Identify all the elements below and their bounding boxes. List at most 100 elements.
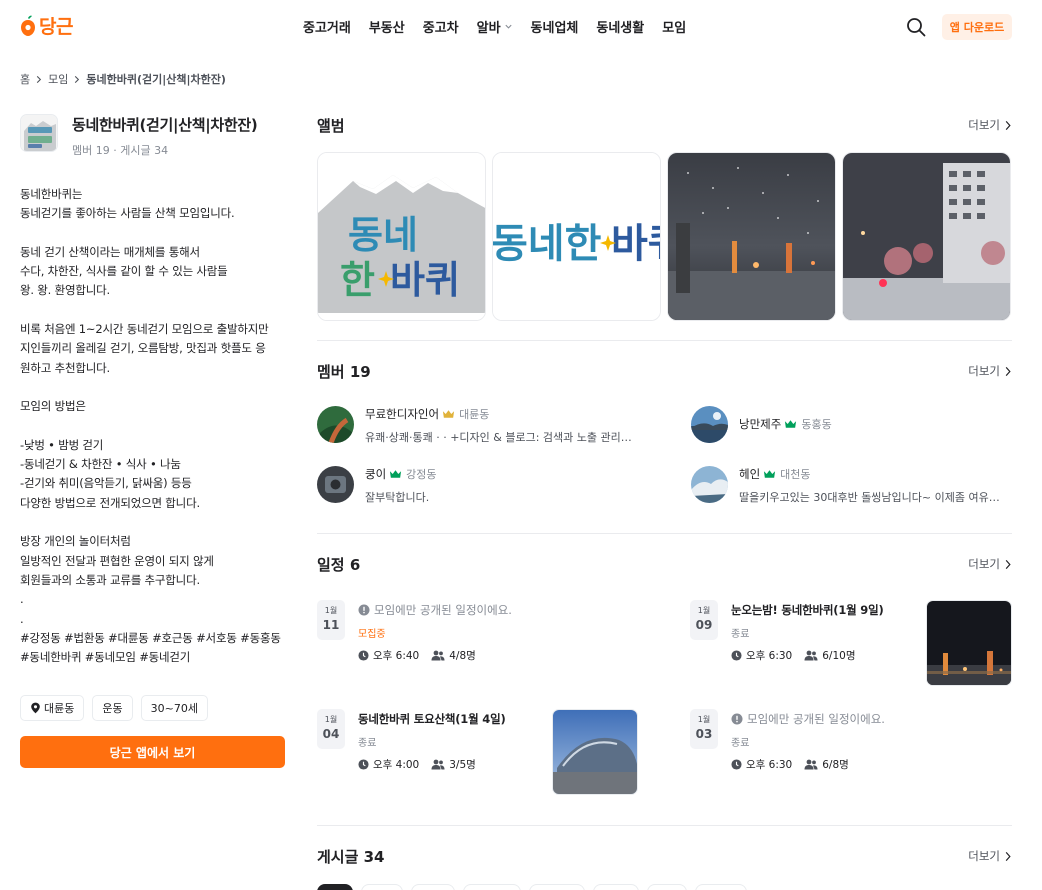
nav-item-real-estate[interactable]: 부동산 <box>369 17 405 36</box>
post-filter-tab[interactable] <box>411 884 455 890</box>
events-section-header: 일정 6 더보기 <box>317 553 1012 575</box>
post-filter-tab[interactable] <box>695 884 747 890</box>
avatar <box>691 406 728 443</box>
event-card[interactable]: 1월 03 모임에만 공개된 일정이에요. 종료 오후 6:30 6/8명 <box>690 709 1012 797</box>
nav-item-groups[interactable]: 모임 <box>662 17 686 36</box>
group-header: 동네한바퀴(걷기|산책|차한잔) 멤버 19 · 게시글 34 <box>20 114 286 158</box>
events-more-link[interactable]: 더보기 <box>968 556 1012 572</box>
breadcrumb-groups[interactable]: 모임 <box>48 71 68 87</box>
group-description: 동네한바퀴는 동네걷기를 좋아하는 사람들 산책 모임입니다. 동네 걷기 산책… <box>20 187 281 665</box>
album-more-link[interactable]: 더보기 <box>968 117 1012 133</box>
section-divider <box>317 340 1012 341</box>
people-icon <box>431 759 445 770</box>
category-chip[interactable]: 운동 <box>92 695 133 722</box>
event-thumbnail <box>926 600 1012 686</box>
age-range-chip[interactable]: 30~70세 <box>140 695 208 722</box>
nav-label: 동네업체 <box>530 21 579 36</box>
nav-label: 중고차 <box>422 21 459 36</box>
post-filter-tab[interactable] <box>647 884 687 890</box>
event-day: 03 <box>695 727 713 741</box>
info-icon <box>731 713 743 725</box>
member-item[interactable]: 무료한디자인어 대륜동 유쾌·상쾌·통쾌 · · +디자인 & 블로그: 검색과… <box>317 406 637 445</box>
album-photo[interactable] <box>667 152 836 321</box>
post-filter-tab[interactable] <box>593 884 639 890</box>
nav-item-jobs[interactable]: 알바 <box>477 17 513 36</box>
posts-section-header: 게시글 34 더보기 <box>317 845 1012 867</box>
location-chip[interactable]: 대륜동 <box>20 695 85 722</box>
member-name: 쿵이 <box>365 467 387 481</box>
breadcrumb-current: 동네한바퀴(걷기|산책|차한잔) <box>86 73 226 86</box>
album-logo-text: 한 <box>340 258 375 302</box>
section-divider <box>317 533 1012 534</box>
brand-logo[interactable]: 당근 <box>20 12 73 39</box>
member-item[interactable]: 헤인 대천동 딸을키우고있는 30대후반 돌씽남입니다~ 이제좀 여유가 생겨서… <box>691 466 1011 505</box>
member-bio: 잘부탁합니다. <box>365 491 430 504</box>
post-filter-tab[interactable] <box>529 884 585 890</box>
more-label: 더보기 <box>968 849 1000 863</box>
chevron-right-icon <box>1004 120 1012 131</box>
event-card[interactable]: 1월 04 동네한바퀴 토요산책(1월 4일) 종료 오후 4:00 3/5명 <box>317 709 639 797</box>
event-meta: 오후 6:30 6/8명 <box>731 757 885 772</box>
members-section-header: 멤버 19 더보기 <box>317 360 1012 382</box>
event-count: 3/5명 <box>449 759 476 771</box>
member-item[interactable]: 낭만제주 동홍동 <box>691 406 1011 443</box>
event-title: 동네한바퀴 토요산책(1월 4일) <box>358 712 506 726</box>
post-filter-tab[interactable] <box>317 884 353 890</box>
open-in-app-button[interactable]: 당근 앱에서 보기 <box>20 736 285 769</box>
member-name: 헤인 <box>739 467 761 481</box>
album-logo-text: 동네한 <box>493 221 602 267</box>
event-thumbnail <box>552 709 638 795</box>
avatar <box>317 466 354 503</box>
nav-item-local-business[interactable]: 동네업체 <box>531 17 579 36</box>
album-title: 앨범 <box>317 116 345 135</box>
member-bio: 딸을키우고있는 30대후반 돌씽남입니다~ 이제좀 여유가 생겨서 모임 찾고 … <box>739 491 1009 504</box>
event-time: 오후 6:40 <box>373 650 420 662</box>
member-name: 무료한디자인어 <box>365 407 440 421</box>
album-logo-text: 바퀴 <box>611 221 661 267</box>
event-status: 모집중 <box>358 629 386 640</box>
event-title: 눈오는밤! 동네한바퀴(1월 9일) <box>731 603 884 617</box>
post-filter-tabs <box>317 884 747 890</box>
event-meta: 오후 4:00 3/5명 <box>358 757 506 772</box>
event-status: 종료 <box>731 629 750 640</box>
posts-more-link[interactable]: 더보기 <box>968 848 1012 864</box>
member-town: 대륜동 <box>459 408 490 421</box>
nav-item-local-life[interactable]: 동네생활 <box>596 17 644 36</box>
event-date: 1월 03 <box>690 709 718 749</box>
event-count: 4/8명 <box>449 650 476 662</box>
event-day: 11 <box>322 618 340 632</box>
members-more-link[interactable]: 더보기 <box>968 363 1012 379</box>
search-icon[interactable] <box>906 17 926 37</box>
event-card[interactable]: 1월 09 눈오는밤! 동네한바퀴(1월 9일) 종료 오후 6:30 6/10… <box>690 600 1012 688</box>
crown-icon <box>442 409 455 419</box>
breadcrumb-home[interactable]: 홈 <box>20 71 30 87</box>
event-meta: 오후 6:40 4/8명 <box>358 648 512 663</box>
nav-item-used-trade[interactable]: 중고거래 <box>303 17 351 36</box>
album-photo[interactable]: 동네 한 바퀴 <box>317 152 486 321</box>
member-item[interactable]: 쿵이 강정동 잘부탁합니다. <box>317 466 637 505</box>
events-title: 일정 6 <box>317 555 361 574</box>
group-info-panel: 동네한바퀴(걷기|산책|차한잔) 멤버 19 · 게시글 34 동네한바퀴는 동… <box>20 114 286 769</box>
event-date: 1월 04 <box>317 709 345 749</box>
group-thumbnail <box>20 114 58 152</box>
location-pin-icon <box>30 702 41 714</box>
location-label: 대륜동 <box>44 702 75 716</box>
album-photo[interactable] <box>842 152 1011 321</box>
nav-label: 모임 <box>662 21 687 36</box>
nav-label: 중고거래 <box>303 21 351 36</box>
clock-icon <box>731 759 742 770</box>
album-logo-text: 동네 <box>348 213 418 257</box>
clock-icon <box>731 650 742 661</box>
app-download-button[interactable]: 앱 다운로드 <box>942 14 1012 40</box>
members-title: 멤버 19 <box>317 362 371 381</box>
event-month: 1월 <box>697 606 711 615</box>
post-filter-tab[interactable] <box>463 884 521 890</box>
event-month: 1월 <box>697 715 711 724</box>
post-filter-tab[interactable] <box>361 884 403 890</box>
chevron-right-icon <box>1004 559 1012 570</box>
event-month: 1월 <box>324 606 338 615</box>
nav-label: 알바 <box>476 21 501 36</box>
album-photo[interactable]: 동네한 바퀴 <box>492 152 661 321</box>
nav-item-used-car[interactable]: 중고차 <box>423 17 459 36</box>
event-card[interactable]: 1월 11 모임에만 공개된 일정이에요. 모집중 오후 6:40 4/8명 <box>317 600 639 688</box>
